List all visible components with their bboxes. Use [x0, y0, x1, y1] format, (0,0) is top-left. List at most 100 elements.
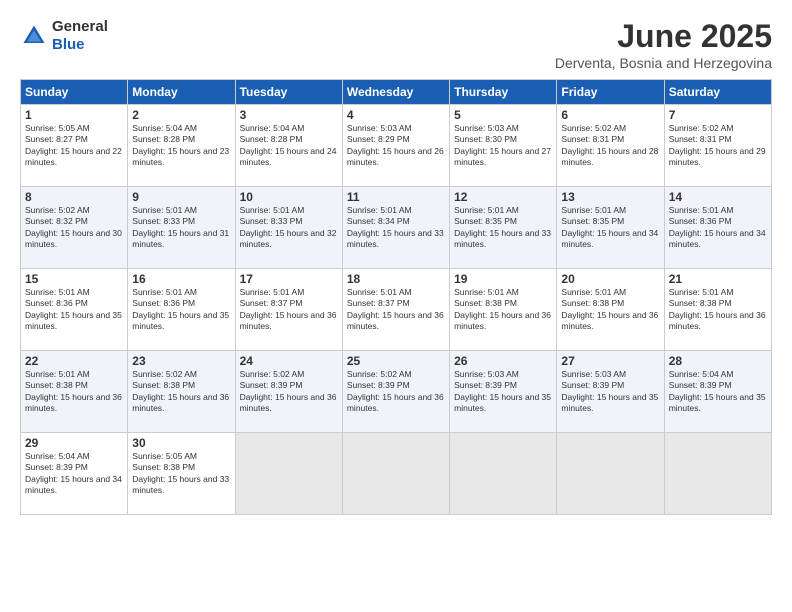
- day-number: 27: [561, 354, 659, 368]
- day-cell: 15 Sunrise: 5:01 AMSunset: 8:36 PMDaylig…: [21, 269, 128, 351]
- day-cell: 4 Sunrise: 5:03 AMSunset: 8:29 PMDayligh…: [342, 105, 449, 187]
- day-info: Sunrise: 5:04 AMSunset: 8:28 PMDaylight:…: [240, 123, 337, 167]
- logo-general: General: [52, 18, 108, 35]
- day-cell: 26 Sunrise: 5:03 AMSunset: 8:39 PMDaylig…: [450, 351, 557, 433]
- day-number: 29: [25, 436, 123, 450]
- day-cell: 9 Sunrise: 5:01 AMSunset: 8:33 PMDayligh…: [128, 187, 235, 269]
- day-number: 11: [347, 190, 445, 204]
- day-info: Sunrise: 5:01 AMSunset: 8:38 PMDaylight:…: [25, 369, 122, 413]
- day-info: Sunrise: 5:02 AMSunset: 8:38 PMDaylight:…: [132, 369, 229, 413]
- week-row-5: 29 Sunrise: 5:04 AMSunset: 8:39 PMDaylig…: [21, 433, 772, 515]
- subtitle: Derventa, Bosnia and Herzegovina: [555, 55, 772, 71]
- day-info: Sunrise: 5:02 AMSunset: 8:32 PMDaylight:…: [25, 205, 122, 249]
- logo-text: General Blue: [52, 18, 108, 54]
- day-info: Sunrise: 5:01 AMSunset: 8:33 PMDaylight:…: [240, 205, 337, 249]
- day-info: Sunrise: 5:02 AMSunset: 8:31 PMDaylight:…: [561, 123, 658, 167]
- day-info: Sunrise: 5:01 AMSunset: 8:37 PMDaylight:…: [240, 287, 337, 331]
- col-thursday: Thursday: [450, 80, 557, 105]
- day-cell: 19 Sunrise: 5:01 AMSunset: 8:38 PMDaylig…: [450, 269, 557, 351]
- day-info: Sunrise: 5:01 AMSunset: 8:33 PMDaylight:…: [132, 205, 229, 249]
- day-info: Sunrise: 5:04 AMSunset: 8:39 PMDaylight:…: [25, 451, 122, 495]
- day-number: 2: [132, 108, 230, 122]
- day-cell: 16 Sunrise: 5:01 AMSunset: 8:36 PMDaylig…: [128, 269, 235, 351]
- day-cell: 12 Sunrise: 5:01 AMSunset: 8:35 PMDaylig…: [450, 187, 557, 269]
- day-cell: [450, 433, 557, 515]
- day-number: 23: [132, 354, 230, 368]
- col-sunday: Sunday: [21, 80, 128, 105]
- page: General Blue June 2025 Derventa, Bosnia …: [0, 0, 792, 612]
- day-number: 28: [669, 354, 767, 368]
- day-number: 22: [25, 354, 123, 368]
- day-cell: 27 Sunrise: 5:03 AMSunset: 8:39 PMDaylig…: [557, 351, 664, 433]
- day-cell: 23 Sunrise: 5:02 AMSunset: 8:38 PMDaylig…: [128, 351, 235, 433]
- col-saturday: Saturday: [664, 80, 771, 105]
- day-cell: 29 Sunrise: 5:04 AMSunset: 8:39 PMDaylig…: [21, 433, 128, 515]
- day-number: 4: [347, 108, 445, 122]
- day-info: Sunrise: 5:01 AMSunset: 8:37 PMDaylight:…: [347, 287, 444, 331]
- week-row-2: 8 Sunrise: 5:02 AMSunset: 8:32 PMDayligh…: [21, 187, 772, 269]
- day-number: 14: [669, 190, 767, 204]
- day-cell: 3 Sunrise: 5:04 AMSunset: 8:28 PMDayligh…: [235, 105, 342, 187]
- week-row-4: 22 Sunrise: 5:01 AMSunset: 8:38 PMDaylig…: [21, 351, 772, 433]
- day-info: Sunrise: 5:04 AMSunset: 8:39 PMDaylight:…: [669, 369, 766, 413]
- day-cell: 21 Sunrise: 5:01 AMSunset: 8:38 PMDaylig…: [664, 269, 771, 351]
- day-cell: [557, 433, 664, 515]
- day-info: Sunrise: 5:03 AMSunset: 8:39 PMDaylight:…: [454, 369, 551, 413]
- day-info: Sunrise: 5:03 AMSunset: 8:30 PMDaylight:…: [454, 123, 551, 167]
- day-number: 13: [561, 190, 659, 204]
- day-info: Sunrise: 5:04 AMSunset: 8:28 PMDaylight:…: [132, 123, 229, 167]
- day-info: Sunrise: 5:05 AMSunset: 8:27 PMDaylight:…: [25, 123, 122, 167]
- day-info: Sunrise: 5:02 AMSunset: 8:39 PMDaylight:…: [347, 369, 444, 413]
- day-number: 7: [669, 108, 767, 122]
- day-cell: 10 Sunrise: 5:01 AMSunset: 8:33 PMDaylig…: [235, 187, 342, 269]
- col-tuesday: Tuesday: [235, 80, 342, 105]
- day-number: 20: [561, 272, 659, 286]
- day-number: 30: [132, 436, 230, 450]
- title-area: June 2025 Derventa, Bosnia and Herzegovi…: [555, 18, 772, 71]
- day-number: 3: [240, 108, 338, 122]
- day-info: Sunrise: 5:01 AMSunset: 8:38 PMDaylight:…: [561, 287, 658, 331]
- day-info: Sunrise: 5:01 AMSunset: 8:35 PMDaylight:…: [561, 205, 658, 249]
- day-number: 1: [25, 108, 123, 122]
- day-cell: 2 Sunrise: 5:04 AMSunset: 8:28 PMDayligh…: [128, 105, 235, 187]
- day-info: Sunrise: 5:03 AMSunset: 8:39 PMDaylight:…: [561, 369, 658, 413]
- header: General Blue June 2025 Derventa, Bosnia …: [20, 18, 772, 71]
- col-wednesday: Wednesday: [342, 80, 449, 105]
- day-number: 25: [347, 354, 445, 368]
- day-cell: [235, 433, 342, 515]
- day-number: 18: [347, 272, 445, 286]
- day-info: Sunrise: 5:03 AMSunset: 8:29 PMDaylight:…: [347, 123, 444, 167]
- day-cell: 24 Sunrise: 5:02 AMSunset: 8:39 PMDaylig…: [235, 351, 342, 433]
- day-cell: 6 Sunrise: 5:02 AMSunset: 8:31 PMDayligh…: [557, 105, 664, 187]
- col-monday: Monday: [128, 80, 235, 105]
- day-number: 19: [454, 272, 552, 286]
- day-cell: 14 Sunrise: 5:01 AMSunset: 8:36 PMDaylig…: [664, 187, 771, 269]
- day-info: Sunrise: 5:01 AMSunset: 8:36 PMDaylight:…: [132, 287, 229, 331]
- day-info: Sunrise: 5:02 AMSunset: 8:39 PMDaylight:…: [240, 369, 337, 413]
- day-cell: 11 Sunrise: 5:01 AMSunset: 8:34 PMDaylig…: [342, 187, 449, 269]
- day-number: 5: [454, 108, 552, 122]
- day-number: 10: [240, 190, 338, 204]
- day-number: 26: [454, 354, 552, 368]
- logo-icon: [20, 22, 48, 50]
- week-row-3: 15 Sunrise: 5:01 AMSunset: 8:36 PMDaylig…: [21, 269, 772, 351]
- day-cell: 17 Sunrise: 5:01 AMSunset: 8:37 PMDaylig…: [235, 269, 342, 351]
- day-cell: 7 Sunrise: 5:02 AMSunset: 8:31 PMDayligh…: [664, 105, 771, 187]
- day-cell: 8 Sunrise: 5:02 AMSunset: 8:32 PMDayligh…: [21, 187, 128, 269]
- header-row: Sunday Monday Tuesday Wednesday Thursday…: [21, 80, 772, 105]
- day-number: 6: [561, 108, 659, 122]
- month-title: June 2025: [555, 18, 772, 55]
- day-cell: 25 Sunrise: 5:02 AMSunset: 8:39 PMDaylig…: [342, 351, 449, 433]
- day-cell: [664, 433, 771, 515]
- col-friday: Friday: [557, 80, 664, 105]
- day-info: Sunrise: 5:01 AMSunset: 8:34 PMDaylight:…: [347, 205, 444, 249]
- day-info: Sunrise: 5:01 AMSunset: 8:36 PMDaylight:…: [669, 205, 766, 249]
- day-cell: [342, 433, 449, 515]
- day-info: Sunrise: 5:01 AMSunset: 8:38 PMDaylight:…: [454, 287, 551, 331]
- day-info: Sunrise: 5:01 AMSunset: 8:38 PMDaylight:…: [669, 287, 766, 331]
- logo-blue: Blue: [52, 36, 85, 53]
- day-number: 12: [454, 190, 552, 204]
- day-cell: 5 Sunrise: 5:03 AMSunset: 8:30 PMDayligh…: [450, 105, 557, 187]
- day-cell: 30 Sunrise: 5:05 AMSunset: 8:38 PMDaylig…: [128, 433, 235, 515]
- day-cell: 1 Sunrise: 5:05 AMSunset: 8:27 PMDayligh…: [21, 105, 128, 187]
